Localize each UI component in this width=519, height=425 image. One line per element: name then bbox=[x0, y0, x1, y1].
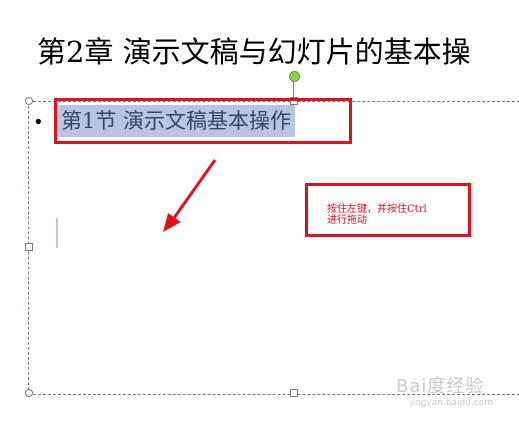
watermark-logo: Bai度经验 bbox=[396, 376, 485, 397]
watermark-url: jingyan.baidu.com bbox=[410, 398, 494, 408]
drop-position-caret bbox=[56, 218, 58, 248]
instruction-text: 按住左键，并按住Ctrl 进行拖动 bbox=[327, 204, 427, 226]
watermark: Bai度经验 jingyan.baidu.com bbox=[396, 372, 514, 412]
